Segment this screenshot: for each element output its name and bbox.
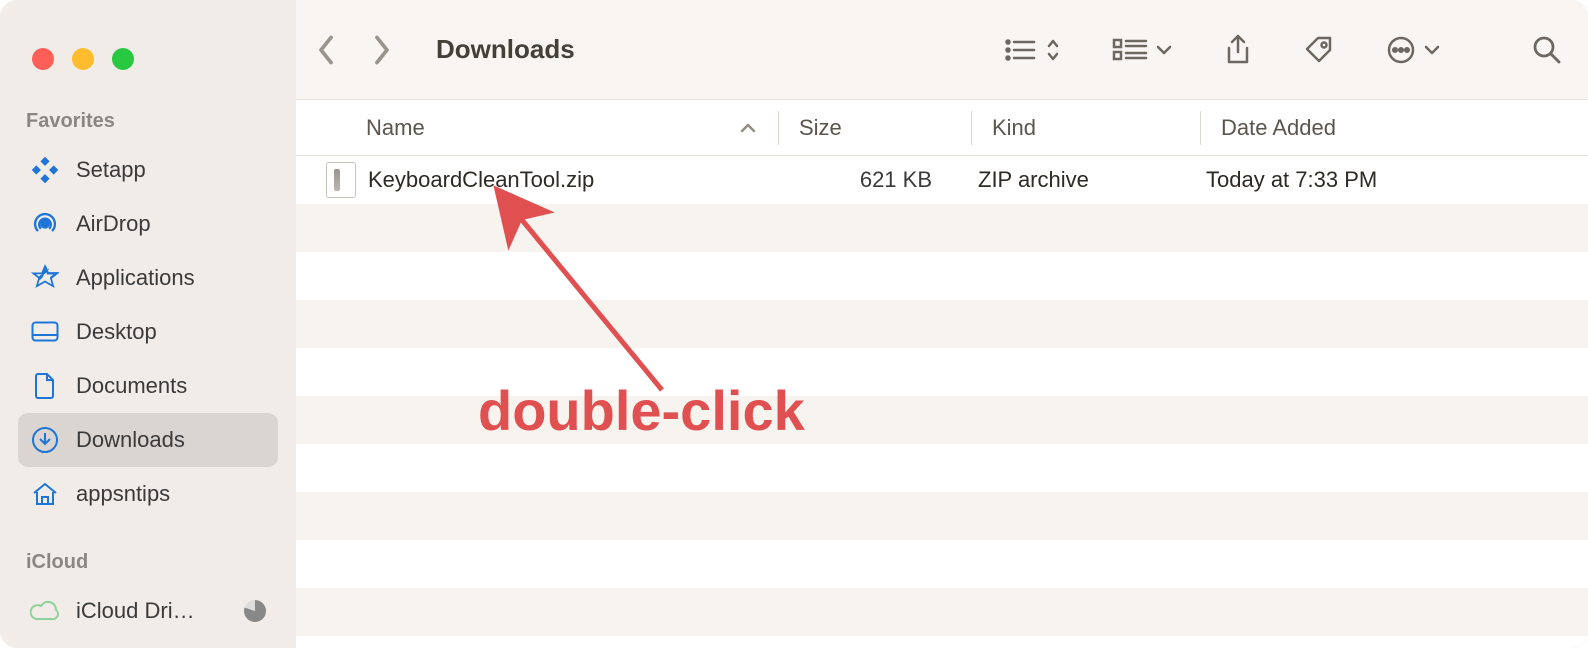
- column-header-label: Name: [366, 115, 425, 141]
- forward-button[interactable]: [372, 35, 392, 65]
- sidebar-item-applications[interactable]: Applications: [18, 251, 278, 305]
- sidebar-section-favorites: Favorites: [18, 106, 278, 143]
- empty-row: [296, 252, 1588, 300]
- sidebar-item-appsntips[interactable]: appsntips: [18, 467, 278, 521]
- tag-icon: [1304, 35, 1334, 65]
- sidebar-item-label: Downloads: [76, 427, 266, 453]
- chevron-down-icon: [1424, 44, 1440, 56]
- view-mode-button[interactable]: [1004, 37, 1060, 63]
- search-icon: [1532, 35, 1562, 65]
- sidebar-item-airdrop[interactable]: AirDrop: [18, 197, 278, 251]
- sort-ascending-icon: [740, 122, 756, 134]
- downloads-icon: [30, 425, 60, 455]
- column-header-row: Name Size Kind Date Added: [296, 100, 1588, 156]
- zip-file-icon: [326, 162, 356, 198]
- column-header-name[interactable]: Name: [366, 115, 778, 141]
- sidebar-item-documents[interactable]: Documents: [18, 359, 278, 413]
- toolbar-actions: [1004, 34, 1562, 66]
- sidebar-item-label: Documents: [76, 373, 266, 399]
- sidebar-item-label: Setapp: [76, 157, 266, 183]
- column-header-label: Size: [799, 115, 842, 140]
- airdrop-icon: [30, 209, 60, 239]
- file-list: KeyboardCleanTool.zip 621 KB ZIP archive…: [296, 156, 1588, 648]
- location-title: Downloads: [436, 34, 575, 65]
- file-size: 621 KB: [786, 167, 932, 193]
- applications-icon: [30, 263, 60, 293]
- sync-progress-icon: [244, 600, 266, 622]
- finder-window: Favorites Setapp AirDrop Applications De…: [0, 0, 1588, 648]
- sidebar-item-label: appsntips: [76, 481, 266, 507]
- empty-row: [296, 588, 1588, 636]
- empty-row: [296, 540, 1588, 588]
- empty-row: [296, 444, 1588, 492]
- empty-row: [296, 492, 1588, 540]
- file-kind: ZIP archive: [978, 167, 1089, 192]
- column-header-kind[interactable]: Kind: [972, 115, 1200, 141]
- file-row[interactable]: KeyboardCleanTool.zip 621 KB ZIP archive…: [296, 156, 1588, 204]
- search-button[interactable]: [1532, 35, 1562, 65]
- sidebar-item-downloads[interactable]: Downloads: [18, 413, 278, 467]
- list-view-icon: [1004, 37, 1038, 63]
- sidebar-item-label: Desktop: [76, 319, 266, 345]
- window-controls: [18, 30, 278, 106]
- back-button[interactable]: [316, 35, 336, 65]
- share-button[interactable]: [1224, 34, 1252, 66]
- sidebar-item-label: AirDrop: [76, 211, 266, 237]
- sidebar-section-icloud: iCloud: [18, 547, 278, 584]
- more-actions-button[interactable]: [1386, 35, 1440, 65]
- ellipsis-circle-icon: [1386, 35, 1416, 65]
- file-name: KeyboardCleanTool.zip: [368, 167, 594, 193]
- maximize-button[interactable]: [112, 48, 134, 70]
- setapp-icon: [30, 155, 60, 185]
- empty-row: [296, 396, 1588, 444]
- up-down-chevron-icon: [1046, 38, 1060, 62]
- sidebar-item-icloud-drive[interactable]: iCloud Dri…: [18, 584, 278, 638]
- toolbar: Downloads: [296, 0, 1588, 100]
- documents-icon: [30, 371, 60, 401]
- chevron-down-icon: [1156, 44, 1172, 56]
- sidebar-item-setapp[interactable]: Setapp: [18, 143, 278, 197]
- tags-button[interactable]: [1304, 35, 1334, 65]
- empty-row: [296, 204, 1588, 252]
- minimize-button[interactable]: [72, 48, 94, 70]
- home-icon: [30, 479, 60, 509]
- desktop-icon: [30, 317, 60, 347]
- cloud-icon: [30, 596, 60, 626]
- file-date: Today at 7:33 PM: [1206, 167, 1377, 192]
- column-header-size[interactable]: Size: [779, 115, 971, 141]
- sidebar-item-label: Applications: [76, 265, 266, 291]
- column-header-date[interactable]: Date Added: [1201, 115, 1588, 141]
- empty-row: [296, 300, 1588, 348]
- group-icon: [1112, 37, 1148, 63]
- main-panel: Downloads: [296, 0, 1588, 648]
- sidebar-item-desktop[interactable]: Desktop: [18, 305, 278, 359]
- group-by-button[interactable]: [1112, 37, 1172, 63]
- close-button[interactable]: [32, 48, 54, 70]
- share-icon: [1224, 34, 1252, 66]
- column-header-label: Date Added: [1221, 115, 1336, 140]
- column-header-label: Kind: [992, 115, 1036, 140]
- sidebar: Favorites Setapp AirDrop Applications De…: [0, 0, 296, 648]
- sidebar-item-label: iCloud Dri…: [76, 598, 228, 624]
- empty-row: [296, 348, 1588, 396]
